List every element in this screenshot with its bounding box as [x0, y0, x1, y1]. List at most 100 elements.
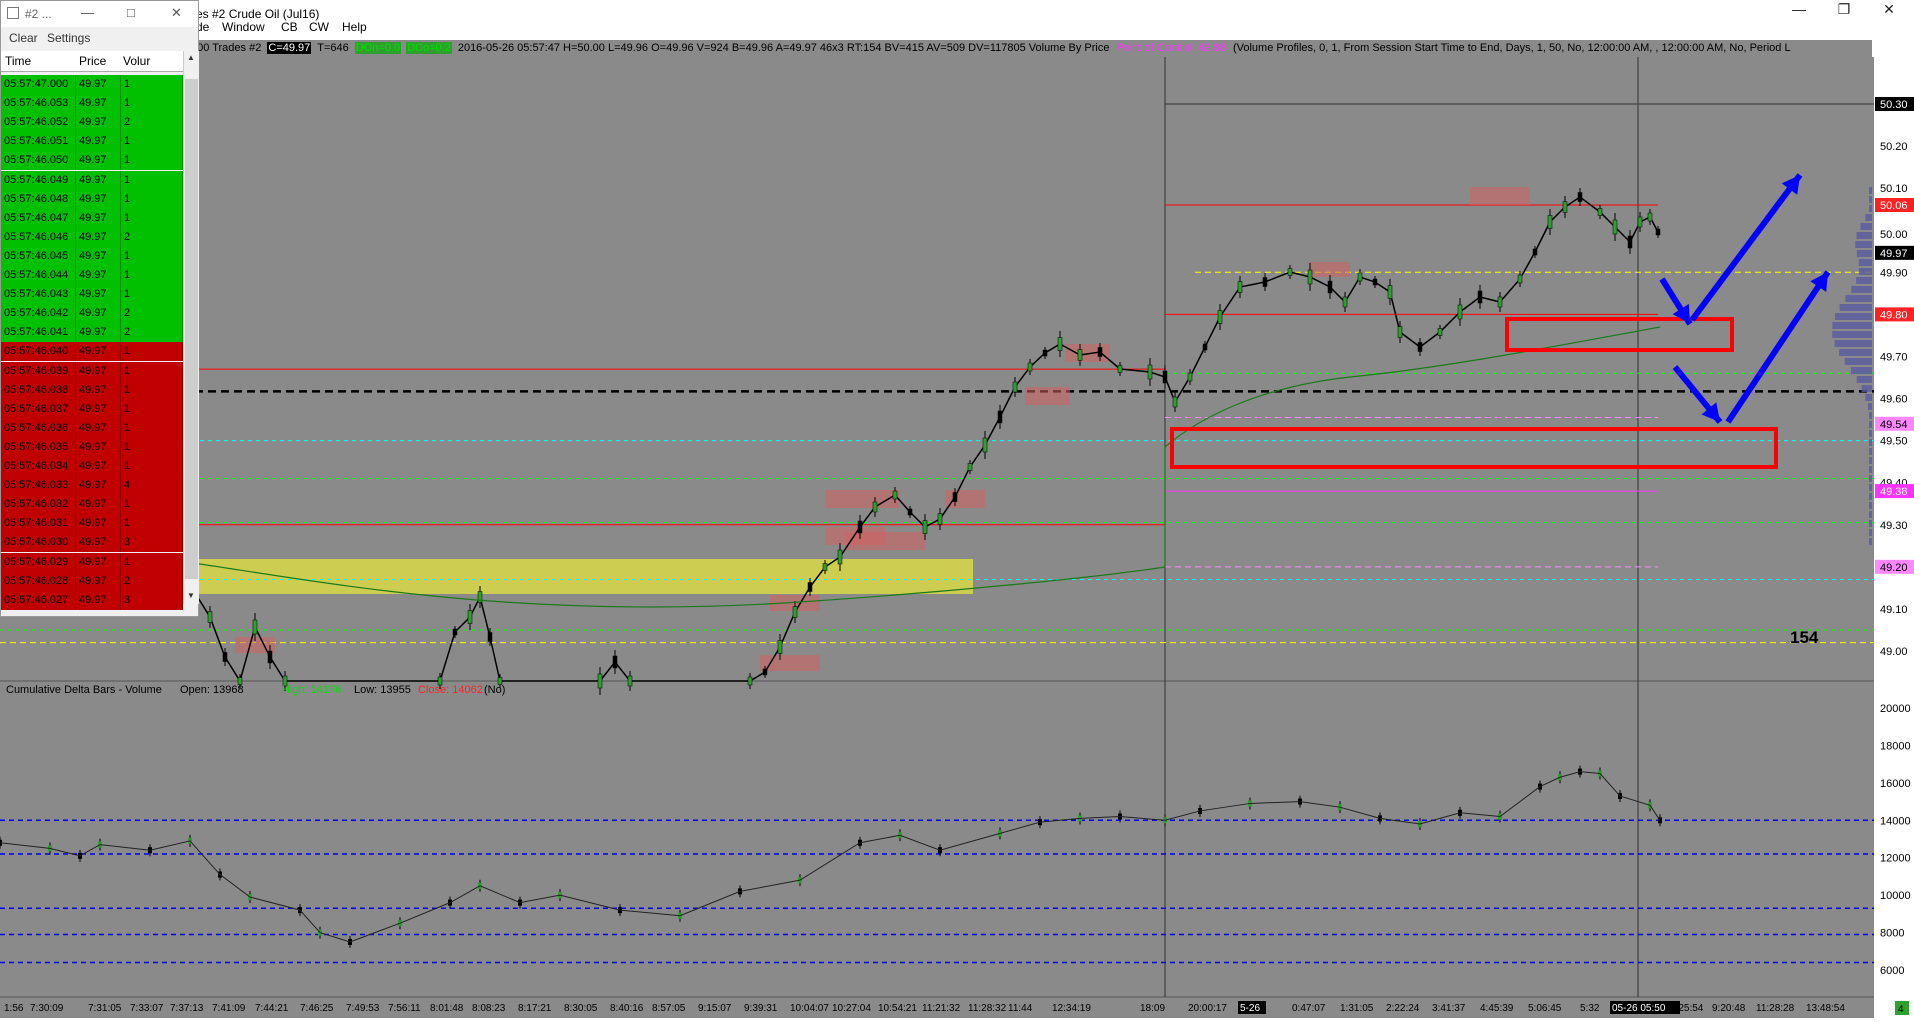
volume-profile-bar	[1861, 385, 1872, 392]
candle-body	[1637, 216, 1643, 228]
volume-profile-bar	[1832, 331, 1872, 338]
time-label: 13:48:54	[1806, 1003, 1845, 1014]
scroll-up-icon[interactable]: ▲	[187, 53, 195, 62]
tas-maximize-icon[interactable]: □	[127, 5, 135, 20]
delta-header-name: Cumulative Delta Bars - Volume	[6, 684, 162, 696]
clear-button[interactable]: Clear	[9, 31, 38, 45]
time-label: 1:56	[4, 1003, 24, 1014]
volume-block	[945, 490, 985, 508]
volume-profile-bar	[1869, 421, 1872, 428]
tas-row: 05:57:46.041 49.97 2	[1, 323, 183, 343]
time-label: 8:17:21	[518, 1003, 552, 1014]
candle-body	[627, 675, 633, 687]
candle-body	[1202, 343, 1208, 351]
status-item-7: (Volume Profiles, 0, 1, From Session Sta…	[1232, 42, 1791, 54]
time-label: 1:31:05	[1340, 1003, 1374, 1014]
time-and-sales-window[interactable]: #2 ... — □ ✕ Clear Settings Time Price V…	[0, 0, 199, 617]
price-label: 49.10	[1880, 604, 1908, 616]
volume-block	[760, 655, 820, 671]
tas-cell-time: 05:57:46.035	[1, 437, 76, 457]
tas-cell-price: 49.97	[76, 476, 121, 496]
restore-icon[interactable]: ❐	[1823, 0, 1865, 20]
price-label: 49.50	[1880, 436, 1908, 448]
volume-profile-bar	[1868, 403, 1872, 410]
candle-body	[1417, 342, 1423, 352]
tas-cell-time: 05:57:46.050	[1, 151, 76, 171]
volume-profile-bar	[1869, 430, 1872, 437]
candle-body	[1117, 365, 1123, 373]
volume-profile-bar	[1856, 250, 1872, 257]
settings-button[interactable]: Settings	[47, 31, 90, 45]
tas-row: 05:57:46.048 49.97 1	[1, 189, 183, 209]
menu-window[interactable]: Window	[222, 20, 265, 34]
tas-cell-price: 49.97	[76, 208, 121, 228]
tas-minimize-icon[interactable]: —	[81, 5, 94, 20]
tas-row: 05:57:46.031 49.97 1	[1, 514, 183, 534]
tas-close-icon[interactable]: ✕	[171, 5, 182, 21]
volume-profile-bar	[1856, 376, 1872, 383]
title-bar: es #2 Crude Oil (Jul16) de Window CB CW …	[0, 0, 1914, 40]
candle-body	[1562, 201, 1568, 213]
volume-profile-bar	[1850, 367, 1872, 374]
price-label: 49.70	[1880, 351, 1908, 363]
volume-profile-bar	[1835, 313, 1872, 320]
volume-block	[845, 532, 925, 550]
tas-cell-price: 49.97	[76, 75, 121, 94]
tas-cell-price: 49.97	[76, 342, 121, 362]
annotation-number: 154	[1790, 628, 1819, 647]
volume-profile-bar	[1865, 394, 1872, 401]
tas-cell-vol: 1	[121, 552, 183, 572]
status-item-3: DOn=0.0	[354, 42, 402, 54]
price-label: 50.00	[1880, 229, 1908, 241]
tas-cell-price: 49.97	[76, 399, 121, 419]
price-label: 49.30	[1880, 520, 1908, 532]
tas-scrollbar[interactable]: ▲ ▼	[183, 51, 199, 604]
price-label: 49.97	[1880, 248, 1908, 260]
scroll-thumb[interactable]	[185, 79, 198, 579]
menu-cw[interactable]: CW	[309, 20, 329, 34]
volume-profile-bar	[1839, 304, 1872, 311]
tas-cell-time: 05:57:46.044	[1, 266, 76, 285]
time-label: 7:41:09	[212, 1003, 246, 1014]
menu-help[interactable]: Help	[342, 20, 367, 34]
delta-y-label: 12000	[1880, 853, 1911, 865]
tas-cell-price: 49.97	[76, 571, 121, 591]
tas-row: 05:57:46.028 49.97 2	[1, 571, 183, 591]
status-item-6: Point of Control: 49.88	[1116, 42, 1226, 54]
volume-profile-bar	[1832, 322, 1872, 329]
status-item-4: DCo=0.2	[406, 42, 452, 54]
volume-profile-bar	[1869, 196, 1872, 203]
candle-body	[1057, 337, 1063, 351]
tas-cell-vol: 1	[121, 361, 183, 381]
minimize-icon[interactable]: —	[1778, 0, 1820, 20]
chart-area[interactable]: 154 50.30 50.20 50.10 50.06 50.00 49.97 49.90 4…	[0, 57, 1914, 1018]
tas-cell-time: 05:57:46.032	[1, 495, 76, 515]
volume-profile-bar	[1869, 457, 1872, 464]
time-label: 7:56:11	[388, 1003, 421, 1014]
tas-cell-price: 49.97	[76, 437, 121, 457]
time-label: 8:30:05	[564, 1003, 598, 1014]
col-price[interactable]: Price	[79, 54, 106, 68]
time-label: 05-26 05:50	[1612, 1003, 1666, 1014]
tas-cell-price: 49.97	[76, 590, 121, 610]
tas-row: 05:57:46.050 49.97 1	[1, 151, 183, 171]
tas-row: 05:57:46.033 49.97 4	[1, 476, 183, 496]
tas-cell-price: 49.97	[76, 418, 121, 438]
col-time[interactable]: Time	[5, 54, 31, 68]
tas-cell-vol: 1	[121, 418, 183, 438]
menu-cb[interactable]: CB	[281, 20, 298, 34]
tas-row: 05:57:46.037 49.97 1	[1, 399, 183, 419]
candle-body	[1397, 326, 1403, 338]
tas-cell-time: 05:57:47.000	[1, 75, 76, 94]
candle-body	[1372, 278, 1378, 286]
candle-body	[1327, 280, 1333, 294]
col-volume[interactable]: Volur	[123, 54, 150, 68]
scroll-down-icon[interactable]: ▼	[187, 591, 195, 600]
candle-body	[1627, 235, 1633, 249]
close-icon[interactable]: ✕	[1868, 0, 1910, 20]
volume-profile-bar	[1869, 511, 1872, 518]
volume-profile-bar	[1869, 529, 1872, 536]
tas-cell-vol: 1	[121, 246, 183, 266]
candle-body	[1387, 285, 1393, 299]
volume-profile-bar	[1869, 448, 1872, 455]
